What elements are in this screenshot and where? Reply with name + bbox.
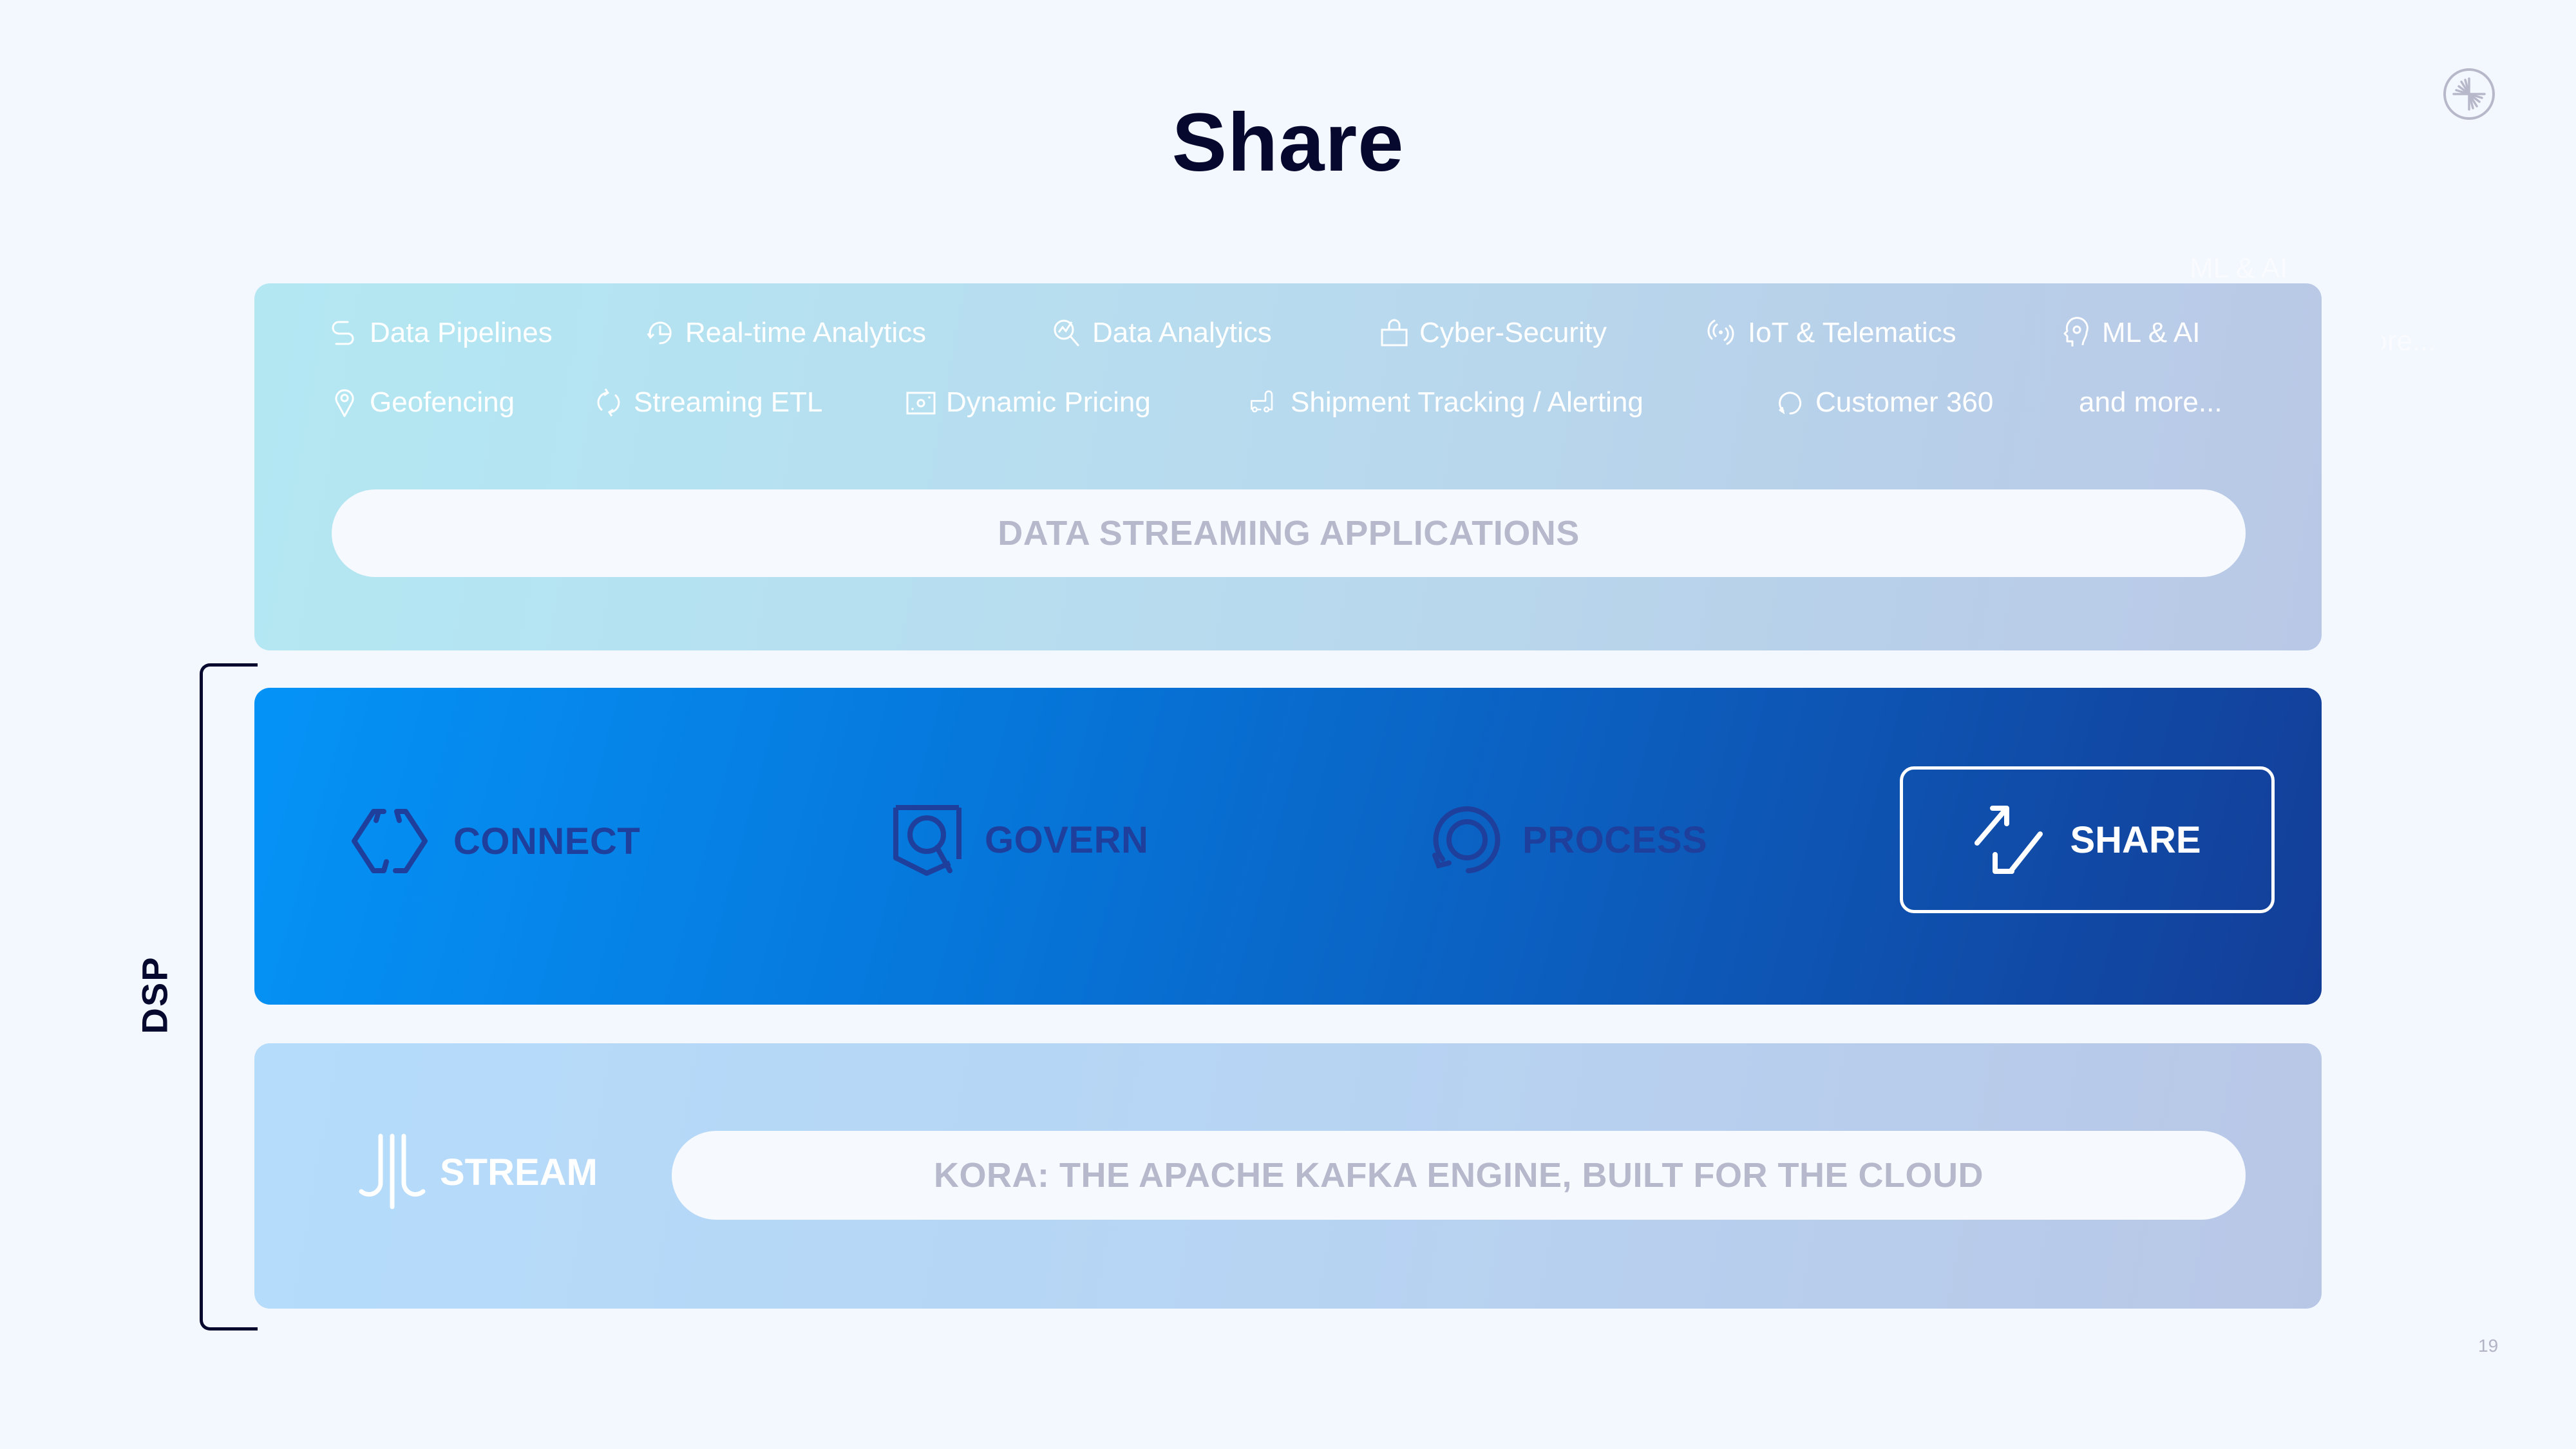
use-case-dynamic-pricing: Dynamic Pricing <box>905 386 1151 419</box>
use-case-data-pipelines: Data Pipelines <box>328 317 553 349</box>
cycle-arrows-icon <box>597 388 620 417</box>
pillar-share-active[interactable]: SHARE <box>1900 766 2275 913</box>
stream-lines-icon <box>359 1133 426 1209</box>
hexagon-connect-icon <box>352 809 428 873</box>
head-brain-icon <box>2063 317 2088 346</box>
pillar-govern[interactable]: GOVERN <box>892 804 1148 876</box>
data-streaming-applications-banner: DATA STREAMING APPLICATIONS <box>332 489 2246 577</box>
slide-title: Share <box>1171 97 1405 189</box>
use-case-ml-ai: ML & AI <box>2061 317 2200 349</box>
circular-process-icon <box>1432 806 1501 873</box>
share-arrows-icon <box>1975 806 2043 874</box>
use-case-and-more: and more... <box>2079 386 2222 418</box>
realtime-clock-icon <box>647 321 672 345</box>
pipeline-icon <box>332 321 354 345</box>
stream-panel: STREAM KORA: THE APACHE KAFKA ENGINE, BU… <box>254 1043 2322 1309</box>
lock-icon <box>1381 319 1408 346</box>
kora-engine-banner: KORA: THE APACHE KAFKA ENGINE, BUILT FOR… <box>672 1131 2246 1220</box>
use-case-streaming-etl: Streaming ETL <box>592 386 822 419</box>
page-number: 19 <box>2478 1336 2499 1356</box>
use-case-geofencing: Geofencing <box>328 386 515 419</box>
use-case-cyber-security: Cyber-Security <box>1378 317 1607 349</box>
truck-icon <box>1251 390 1273 413</box>
pillar-process[interactable]: PROCESS <box>1430 804 1707 876</box>
dsp-bracket <box>200 663 258 1331</box>
shield-search-icon <box>893 805 961 876</box>
refresh-circle-icon <box>1779 392 1802 415</box>
confluent-logo-icon <box>2443 68 2495 120</box>
map-pin-icon <box>335 389 354 417</box>
dsp-pillars-panel: CONNECT GOVERN PROCESS SHARE <box>254 688 2322 1005</box>
pillar-connect[interactable]: CONNECT <box>348 808 640 875</box>
signal-icon <box>1707 319 1734 345</box>
applications-panel: Data Pipelines Real-time Analytics Data … <box>254 283 2322 650</box>
price-tag-icon <box>906 392 936 415</box>
use-case-realtime-analytics: Real-time Analytics <box>644 317 926 349</box>
use-case-customer-360: Customer 360 <box>1774 386 1993 419</box>
dsp-label: DSP <box>134 956 175 1034</box>
use-case-shipment-tracking: Shipment Tracking / Alerting <box>1249 386 1643 419</box>
ghost-text: ML & AI <box>2190 252 2288 284</box>
use-case-data-analytics: Data Analytics <box>1051 317 1272 349</box>
stream-label: STREAM <box>357 1133 598 1211</box>
use-case-iot-telematics: IoT & Telematics <box>1707 317 1956 349</box>
magnifier-chart-icon <box>1054 319 1079 346</box>
